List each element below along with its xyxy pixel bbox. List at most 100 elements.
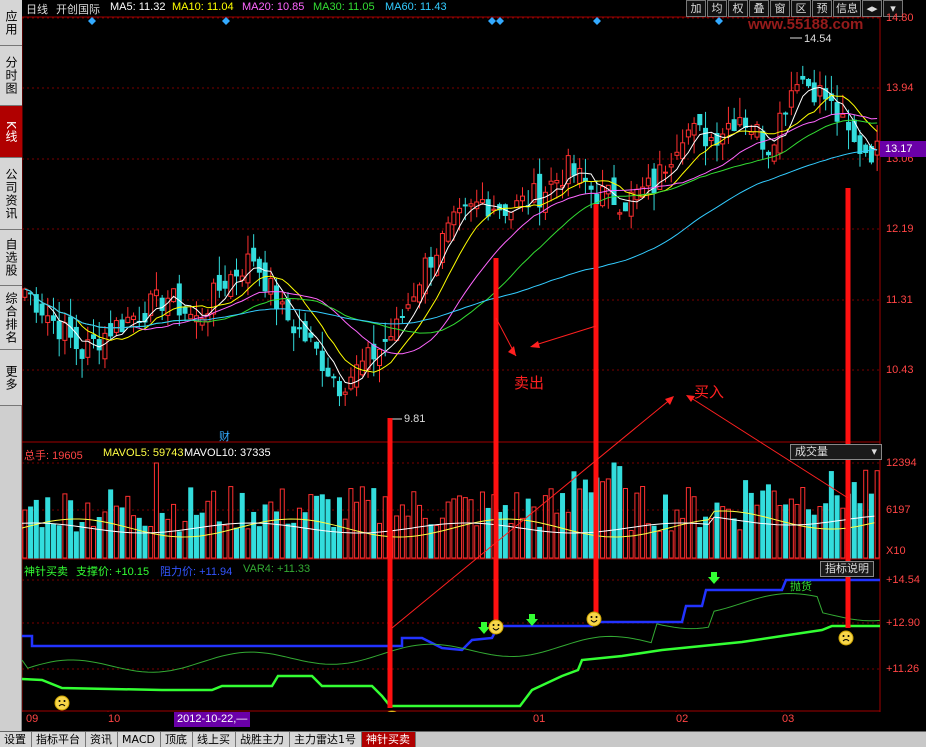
candle-body [359, 360, 365, 376]
indicator-axis-label-2: +12.90 [886, 617, 920, 629]
candle-body [90, 334, 97, 339]
candle-body [331, 376, 337, 379]
candle-body [216, 274, 222, 291]
candle-body [468, 203, 474, 207]
candle-body [73, 326, 79, 350]
sidebar-tab-2[interactable]: K线 [0, 106, 22, 158]
candle-body [725, 122, 731, 130]
candle-body [451, 211, 457, 226]
candle-body [188, 313, 194, 320]
toolbar-button-6[interactable]: 预 [812, 0, 832, 17]
chevron-down-icon: ▾ [871, 445, 877, 458]
volume-bar [645, 523, 651, 559]
price-label-6: 10.43 [886, 364, 914, 376]
bottom-tab-8[interactable]: 神针买卖 [361, 732, 416, 747]
candle-body [765, 151, 771, 156]
candle-body [222, 280, 228, 289]
chart-toolbar: 加均权叠窗区预信息 ◂▸ ▾ [686, 0, 904, 17]
volume-bar [605, 478, 611, 559]
toolbar-button-3[interactable]: 叠 [749, 0, 769, 17]
bottom-tab-4[interactable]: 顶底 [160, 732, 193, 747]
signal-diamond-5 [715, 17, 723, 25]
bottom-tab-2[interactable]: 资讯 [86, 732, 118, 747]
candle-body [39, 303, 45, 316]
volume-bar [611, 462, 617, 559]
toolbar-button-0[interactable]: 加 [686, 0, 706, 17]
indicator-help-button[interactable]: 指标说明 [820, 561, 874, 577]
candle-body [537, 173, 543, 208]
ma5-label: MA5: 11.32 [110, 1, 166, 13]
toolbar-button-4[interactable]: 窗 [770, 0, 790, 17]
candle-body [388, 336, 394, 341]
bottom-tab-0[interactable]: 设置 [0, 732, 32, 747]
buy-pointer-head-1 [665, 396, 674, 405]
volume-bar [668, 530, 674, 559]
toolbar-button-8[interactable]: ◂▸ [862, 0, 882, 17]
volume-bar [582, 479, 588, 559]
candle-body [519, 195, 526, 202]
volume-bar [325, 499, 331, 559]
volume-bar [783, 504, 789, 559]
toolbar-button-1[interactable]: 均 [707, 0, 727, 17]
sidebar-tab-3[interactable]: 公司资讯 [0, 158, 22, 230]
sidebar-tab-1[interactable]: 分时图 [0, 46, 22, 106]
volume-bar [462, 497, 468, 559]
toolbar-button-7[interactable]: 信息 [833, 0, 861, 17]
sidebar-tab-6[interactable]: 更多 [0, 350, 22, 406]
volume-bar [308, 494, 314, 559]
candle-body [274, 285, 280, 310]
toolbar-button-5[interactable]: 区 [791, 0, 811, 17]
volume-bar [577, 488, 583, 559]
sad-face-icon-1-eye-right [63, 700, 66, 702]
price-panel-border [22, 16, 881, 443]
candle-body [691, 122, 697, 136]
volume-bar [39, 527, 45, 559]
candle-body [256, 258, 262, 273]
volume-bar [519, 517, 526, 559]
volume-bar [79, 522, 85, 559]
volume-bar [274, 511, 280, 559]
finance-marker[interactable]: 财 [219, 428, 230, 444]
volume-bar [119, 507, 125, 559]
sad-face-icon-3 [838, 630, 854, 646]
volume-bar [382, 496, 388, 559]
candle-body [159, 297, 165, 311]
stock-chart[interactable] [22, 0, 926, 712]
volume-bar [817, 506, 823, 559]
volume-bar [748, 492, 754, 559]
bottom-tab-5[interactable]: 线上买 [192, 732, 236, 747]
candle-body [422, 257, 428, 295]
volume-bar [588, 492, 594, 559]
volume-unit-label: X10 [886, 545, 906, 557]
candle-body [645, 177, 651, 187]
volume-bar [131, 515, 137, 559]
volume-bar [703, 516, 709, 559]
toolbar-button-2[interactable]: 权 [728, 0, 748, 17]
bottom-tab-6[interactable]: 战胜主力 [235, 732, 290, 747]
candle-body [479, 199, 485, 204]
sidebar-tab-5[interactable]: 综合排名 [0, 286, 22, 350]
volume-bar [153, 462, 159, 559]
resistance-price-label: 阻力价: +11.94 [160, 566, 233, 578]
candle-body [834, 102, 840, 122]
candle-body [800, 75, 806, 80]
volume-bar [228, 486, 234, 559]
mavol5-label: MAVOL5: 59743 [103, 447, 184, 459]
volume-bar [233, 527, 240, 559]
candle-body [79, 349, 85, 359]
price-label-1: 14.80 [886, 12, 914, 24]
volume-bar [857, 503, 863, 559]
candle-body [771, 144, 777, 162]
candle-body [577, 167, 583, 184]
candle-body [457, 207, 463, 214]
bottom-tab-1[interactable]: 指标平台 [32, 732, 86, 747]
sidebar-tab-0[interactable]: 应用 [0, 0, 22, 46]
bottom-tab-7[interactable]: 主力雷达1号 [289, 732, 362, 747]
buy-annotation: 买入 [694, 383, 725, 401]
time-label-2: 10 [108, 713, 121, 725]
bottom-tab-3[interactable]: MACD [118, 732, 161, 747]
candle-body [588, 185, 594, 190]
sidebar-tab-4[interactable]: 自选股 [0, 230, 22, 286]
volume-indicator-dropdown[interactable]: 成交量 ▾ [790, 444, 882, 460]
volume-bar [45, 497, 51, 559]
